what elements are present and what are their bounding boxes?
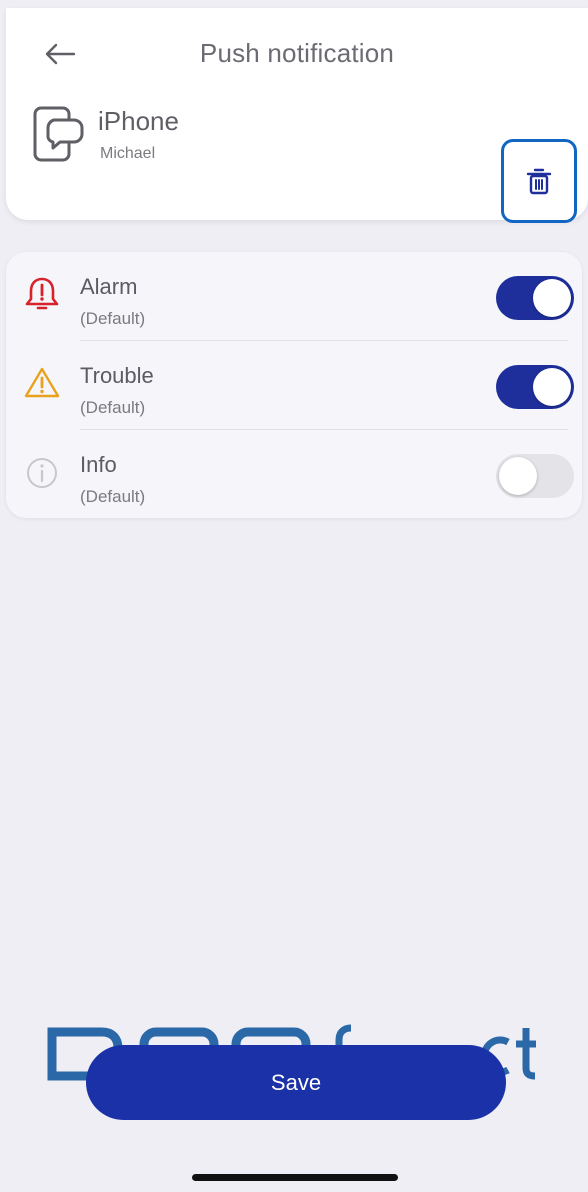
device-owner: Michael — [100, 145, 156, 162]
toggle-knob — [499, 457, 537, 495]
notification-settings-card: Alarm (Default) Trouble (Default) Info (… — [6, 252, 582, 518]
info-toggle[interactable] — [496, 454, 574, 498]
setting-row-trouble: Trouble (Default) — [6, 341, 582, 430]
setting-label: Info — [80, 452, 117, 477]
toggle-knob — [533, 368, 571, 406]
delete-device-button[interactable] — [501, 139, 577, 223]
alarm-toggle[interactable] — [496, 276, 574, 320]
device-name: iPhone — [98, 106, 179, 136]
device-chat-icon — [33, 106, 84, 162]
home-indicator — [192, 1174, 398, 1181]
alarm-bell-icon — [25, 277, 59, 310]
toggle-knob — [533, 279, 571, 317]
setting-sublabel: (Default) — [80, 309, 146, 328]
warning-triangle-icon — [24, 367, 60, 398]
setting-label: Trouble — [80, 363, 154, 388]
setting-label: Alarm — [80, 274, 138, 299]
push-notification-screen: Push notification iPhone Michael Alarm (… — [0, 0, 588, 1192]
setting-sublabel: (Default) — [80, 398, 146, 417]
trash-icon — [526, 168, 552, 195]
trouble-toggle[interactable] — [496, 365, 574, 409]
setting-row-alarm: Alarm (Default) — [6, 252, 582, 341]
page-title: Push notification — [199, 38, 395, 68]
save-button[interactable]: Save — [86, 1045, 506, 1120]
info-circle-icon — [27, 458, 57, 488]
setting-row-info: Info (Default) — [6, 430, 582, 519]
setting-sublabel: (Default) — [80, 487, 146, 506]
